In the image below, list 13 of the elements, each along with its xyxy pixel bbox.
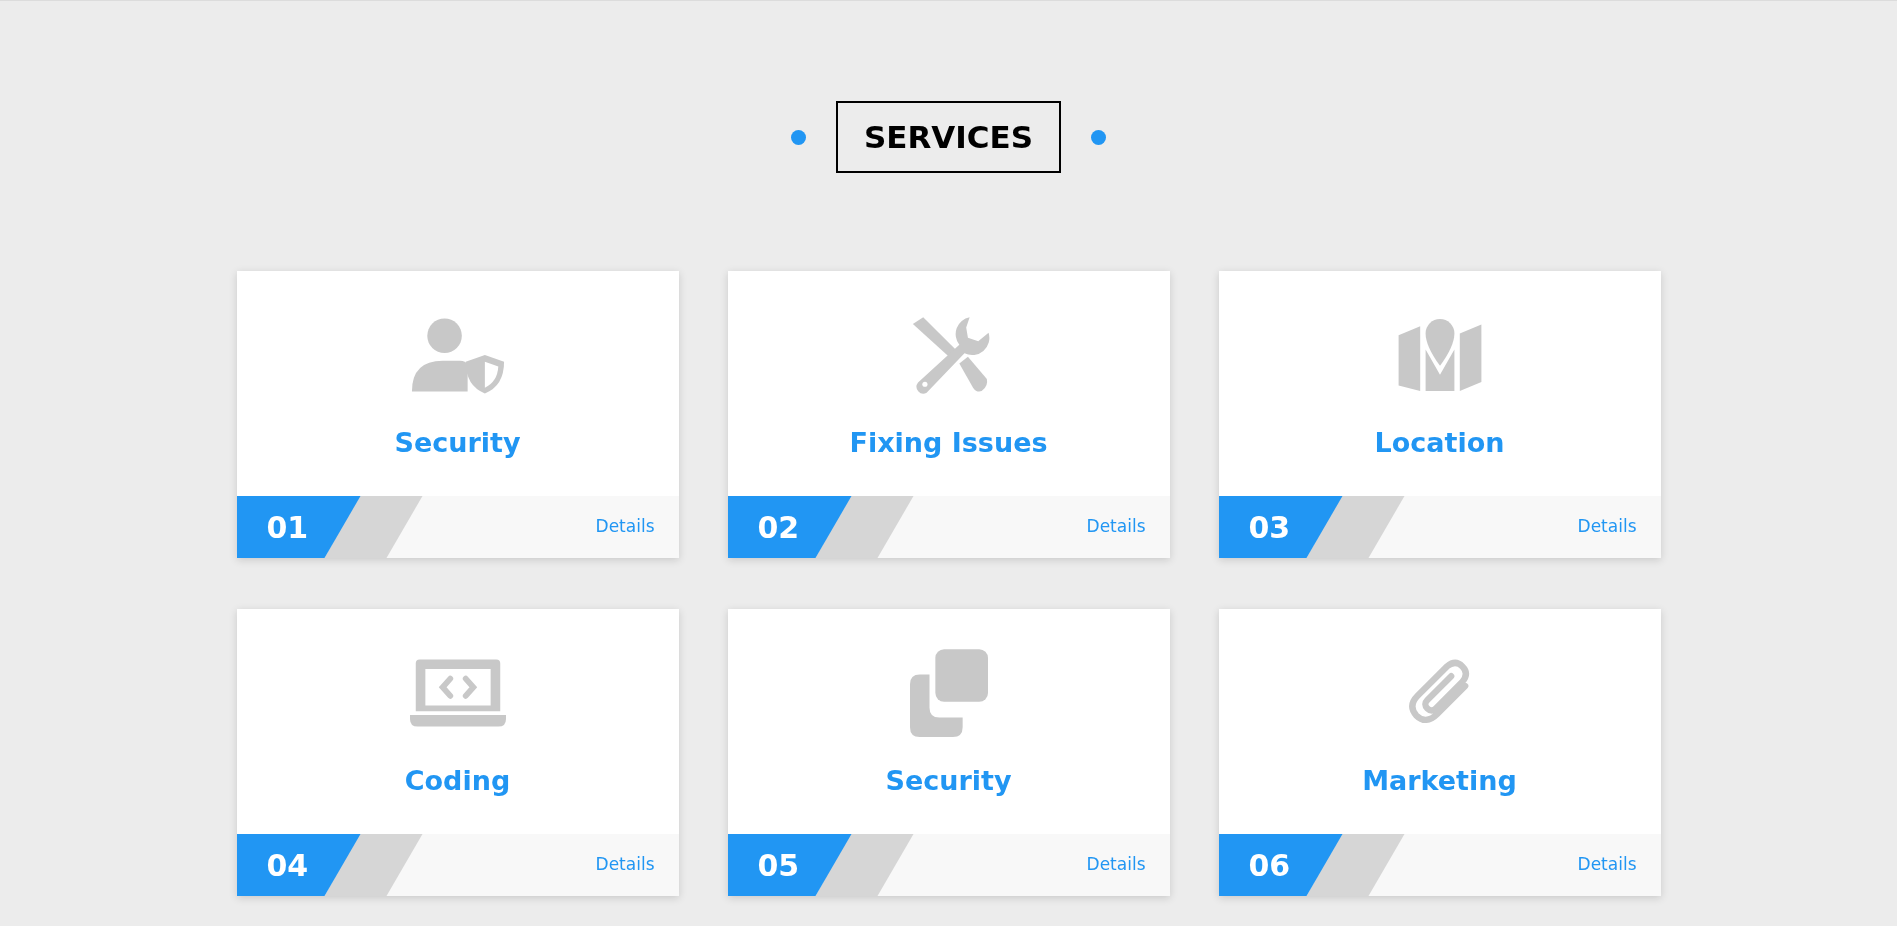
details-link[interactable]: Details: [595, 514, 655, 540]
details-link[interactable]: Details: [1086, 852, 1146, 878]
details-link[interactable]: Details: [1086, 514, 1146, 540]
service-title: Location: [1374, 426, 1505, 460]
service-title: Coding: [404, 764, 511, 798]
details-link[interactable]: Details: [1577, 514, 1637, 540]
service-title: Marketing: [1362, 764, 1517, 798]
section-heading: SERVICES: [835, 101, 1062, 173]
details-link[interactable]: Details: [595, 852, 655, 878]
service-title: Security: [885, 764, 1012, 798]
details-link[interactable]: Details: [1577, 852, 1637, 878]
service-title: Fixing Issues: [849, 426, 1048, 460]
service-title: Security: [394, 426, 521, 460]
